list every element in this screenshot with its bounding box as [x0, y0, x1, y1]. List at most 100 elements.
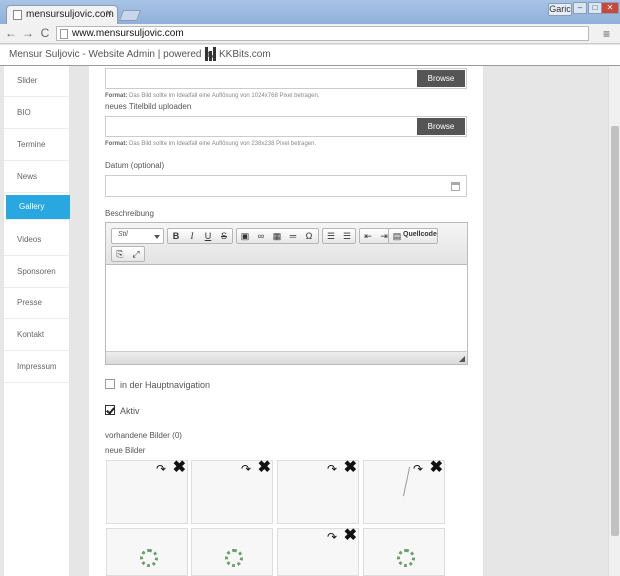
back-arrow-icon[interactable]: ←	[4, 26, 18, 40]
image-thumb	[106, 528, 188, 576]
site-title: Mensur Suljovic - Website Admin | powere…	[9, 49, 215, 60]
link-icon[interactable]: ∞	[253, 229, 269, 243]
new-tab-button[interactable]	[118, 10, 142, 21]
tab-title: mensursuljovic.com	[26, 9, 114, 20]
menu-icon[interactable]: ≡	[603, 27, 610, 41]
thumb-actions: ↷ ✖	[327, 528, 357, 544]
brand-link[interactable]: KKBits.com	[219, 49, 271, 60]
sidebar-item-label: Slider	[17, 76, 38, 85]
image-format-hint: Format: Das Bild sollte im Idealfall ein…	[105, 93, 320, 99]
sidebar-item-news[interactable]: News	[4, 162, 70, 193]
sidebar-item-slider[interactable]: Slider	[4, 66, 70, 97]
editor-statusbar	[106, 351, 467, 364]
calendar-icon[interactable]	[451, 182, 460, 191]
sidebar-item-kontakt[interactable]: Kontakt	[4, 320, 70, 351]
format-button-group: B I U S	[167, 228, 233, 244]
description-label: Beschreibung	[105, 209, 154, 218]
image-thumb: ↷ ✖	[106, 460, 188, 524]
sidebar-item-presse[interactable]: Presse	[4, 288, 70, 319]
underline-button[interactable]: U	[200, 229, 216, 243]
special-char-icon[interactable]: Ω	[301, 229, 317, 243]
delete-icon[interactable]: ✖	[430, 460, 443, 476]
reload-icon[interactable]: C	[38, 26, 52, 40]
gallery-image-file-input[interactable]: Browse	[105, 68, 467, 89]
sidebar-item-termine[interactable]: Termine	[4, 130, 70, 161]
image-thumb	[191, 528, 273, 576]
scrollbar-thumb[interactable]	[611, 126, 619, 536]
bold-button[interactable]: B	[168, 229, 184, 243]
site-header: Mensur Suljovic - Website Admin | powere…	[0, 45, 620, 66]
maximize-button[interactable]: □	[588, 2, 602, 14]
profile-button[interactable]: Garic	[548, 3, 572, 16]
url-text[interactable]: www.mensursuljovic.com	[72, 28, 184, 39]
tools-button-group: ⎘ ⤢	[111, 246, 145, 262]
minimize-button[interactable]: –	[573, 2, 587, 14]
sidebar-item-label: Kontakt	[17, 330, 45, 339]
sidebar-item-label: Impressum	[17, 362, 57, 371]
delete-icon[interactable]: ✖	[344, 460, 357, 476]
kkbits-logo-icon	[205, 47, 216, 61]
sidebar-item-bio[interactable]: BIO	[4, 98, 70, 129]
rotate-icon[interactable]: ↷	[156, 463, 166, 475]
sidebar-item-videos[interactable]: Videos	[4, 225, 70, 256]
thumb-actions: ↷ ✖	[241, 460, 271, 476]
browse-button[interactable]: Browse	[417, 70, 465, 87]
outdent-icon[interactable]: ⇤	[360, 229, 376, 243]
image-thumb: ↷ ✖	[277, 460, 359, 524]
style-dropdown[interactable]: Stil	[111, 228, 164, 244]
rotate-icon[interactable]: ↷	[241, 463, 251, 475]
date-input[interactable]	[105, 175, 467, 197]
sidebar-item-label: Presse	[17, 298, 42, 307]
browser-tab[interactable]: mensursuljovic.com ×	[6, 5, 118, 24]
sidebar-item-impressum[interactable]: Impressum	[4, 352, 70, 383]
sidebar-item-sponsoren[interactable]: Sponsoren	[4, 257, 70, 288]
source-button[interactable]: ▤ Quellcode	[388, 228, 438, 244]
close-window-button[interactable]: ✕	[601, 2, 619, 14]
rotate-icon[interactable]: ↷	[327, 463, 337, 475]
address-bar[interactable]: www.mensursuljovic.com	[56, 26, 589, 41]
maximize-icon[interactable]: ⤢	[128, 247, 144, 261]
loading-spinner-icon	[140, 549, 158, 567]
paste-icon[interactable]: ⎘	[112, 247, 128, 261]
delete-icon[interactable]: ✖	[173, 460, 186, 476]
page-scrollbar[interactable]	[608, 66, 620, 576]
sidebar-item-label: Sponsoren	[17, 267, 56, 276]
sidebar-item-label: Gallery	[19, 202, 45, 211]
resize-grip-icon[interactable]	[459, 356, 465, 362]
strikethrough-button[interactable]: S	[216, 229, 232, 243]
tab-close-icon[interactable]: ×	[106, 8, 112, 19]
thumb-actions: ↷ ✖	[327, 460, 357, 476]
editor-content-area[interactable]	[106, 265, 467, 352]
delete-icon[interactable]: ✖	[258, 460, 271, 476]
titlebild-file-input[interactable]: Browse	[105, 116, 467, 137]
bulleted-list-icon[interactable]: ☰	[339, 229, 355, 243]
hauptnav-checkbox[interactable]	[105, 379, 115, 389]
page-icon	[13, 10, 22, 20]
image-icon[interactable]: ▣	[237, 229, 253, 243]
browse-button[interactable]: Browse	[417, 118, 465, 135]
active-checkbox[interactable]	[105, 405, 115, 415]
sidebar-item-gallery[interactable]: Gallery	[6, 195, 70, 220]
italic-button[interactable]: I	[184, 229, 200, 243]
loading-spinner-icon	[225, 549, 243, 567]
image-thumb: ↷ ✖	[191, 460, 273, 524]
table-icon[interactable]: ▦	[269, 229, 285, 243]
insert-button-group: ▣ ∞ ▦ ═ Ω	[236, 228, 319, 244]
sidebar: Slider BIO Termine News Gallery Videos S…	[4, 66, 70, 576]
numbered-list-icon[interactable]: ☰	[323, 229, 339, 243]
active-label: Aktiv	[120, 406, 140, 416]
browser-toolbar: ← → C www.mensursuljovic.com ≡	[0, 24, 620, 44]
sidebar-item-label: Termine	[17, 140, 46, 149]
list-button-group: ☰ ☰	[322, 228, 356, 244]
rotate-icon[interactable]: ↷	[327, 531, 337, 543]
existing-images-label: vorhandene Bilder (0)	[105, 431, 182, 440]
date-label: Datum (optional)	[105, 161, 165, 170]
forward-arrow-icon[interactable]: →	[21, 26, 35, 40]
source-label: Quellcode	[403, 231, 437, 238]
delete-icon[interactable]: ✖	[344, 528, 357, 544]
image-thumb: ↷ ✖	[277, 528, 359, 576]
rotate-icon[interactable]: ↷	[413, 463, 423, 475]
image-thumb: ↷ ✖	[363, 460, 445, 524]
titlebild-format-hint: Format: Das Bild sollte im Idealfall ein…	[105, 141, 317, 147]
horizontal-line-icon[interactable]: ═	[285, 229, 301, 243]
